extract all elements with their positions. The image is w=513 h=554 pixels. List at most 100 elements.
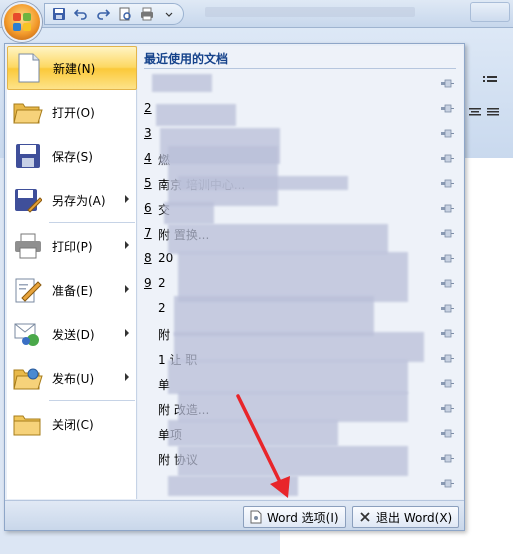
- menu-separator: [49, 222, 135, 223]
- save-icon[interactable]: [51, 6, 67, 22]
- redaction-blob: [178, 446, 408, 476]
- word-options-label: Word 选项(I): [267, 510, 339, 525]
- title-bar: [0, 0, 513, 28]
- redaction-blob: [178, 252, 408, 302]
- pin-icon[interactable]: [440, 479, 454, 488]
- recent-document-number: 8: [144, 251, 152, 265]
- pin-icon[interactable]: [440, 404, 454, 413]
- redaction-blob: [178, 176, 348, 190]
- word-options-button[interactable]: Word 选项(I): [243, 506, 346, 528]
- quick-access-toolbar: [44, 3, 184, 25]
- recent-document-name: 2: [158, 276, 166, 290]
- submenu-arrow-icon: [125, 195, 129, 203]
- recent-documents-title: 最近使用的文档: [144, 52, 229, 66]
- save-disk-icon: [13, 141, 43, 171]
- menu-item-new[interactable]: 新建(N): [7, 46, 137, 90]
- pin-icon[interactable]: [440, 354, 454, 363]
- pin-icon[interactable]: [440, 79, 454, 88]
- menu-item-save-as[interactable]: 另存为(A): [7, 178, 137, 222]
- pin-icon[interactable]: [440, 279, 454, 288]
- office-menu: 新建(N) 打开(O) 保存(S) 另存为(A) 打印(P) 准备(E) 发送(…: [4, 43, 465, 531]
- send-icon: [13, 319, 43, 349]
- window-title-redacted: [205, 7, 415, 17]
- menu-item-save[interactable]: 保存(S): [7, 134, 137, 178]
- recent-document-number: 4: [144, 151, 152, 165]
- open-folder-icon: [13, 97, 43, 127]
- submenu-arrow-icon: [125, 373, 129, 381]
- redaction-blob: [168, 476, 298, 496]
- submenu-arrow-icon: [125, 241, 129, 249]
- recent-document-name: 附: [158, 328, 171, 342]
- print-preview-icon[interactable]: [117, 6, 133, 22]
- prepare-pen-icon: [13, 275, 43, 305]
- menu-item-close[interactable]: 关闭(C): [7, 402, 137, 446]
- new-document-icon: [14, 53, 44, 83]
- title-underline: [144, 68, 456, 69]
- menu-item-open[interactable]: 打开(O): [7, 90, 137, 134]
- redaction-blob: [168, 224, 388, 254]
- save-as-icon: [13, 185, 43, 215]
- recent-documents-pane: 最近使用的文档 234燃5 南京 培训中心...6交7附 置换...820922…: [138, 46, 463, 499]
- menu-commands-pane: 新建(N) 打开(O) 保存(S) 另存为(A) 打印(P) 准备(E) 发送(…: [7, 46, 137, 499]
- menu-item-label: 发送(D): [52, 327, 95, 342]
- menu-item-publish[interactable]: 发布(U): [7, 356, 137, 400]
- pin-icon[interactable]: [440, 379, 454, 388]
- redaction-blob: [168, 420, 338, 446]
- recent-document-number: 6: [144, 201, 152, 215]
- publish-folder-icon: [13, 363, 43, 393]
- pin-icon[interactable]: [440, 154, 454, 163]
- menu-footer: Word 选项(I) 退出 Word(X): [5, 500, 464, 530]
- submenu-arrow-icon: [125, 285, 129, 293]
- menu-item-label: 另存为(A): [52, 193, 106, 208]
- pin-icon[interactable]: [440, 229, 454, 238]
- redo-icon[interactable]: [95, 6, 111, 22]
- exit-word-label: 退出 Word(X): [376, 510, 453, 525]
- menu-item-label: 打印(P): [52, 239, 93, 254]
- redaction-blob: [164, 202, 214, 224]
- menu-item-print[interactable]: 打印(P): [7, 224, 137, 268]
- redaction-blob: [168, 360, 408, 394]
- window-control-button[interactable]: [470, 2, 510, 22]
- list-icon: [483, 76, 497, 82]
- recent-document-number: 2: [144, 101, 152, 115]
- exit-word-button[interactable]: 退出 Word(X): [352, 506, 460, 528]
- pin-icon[interactable]: [440, 129, 454, 138]
- menu-item-label: 打开(O): [52, 105, 95, 120]
- pin-icon[interactable]: [440, 254, 454, 263]
- menu-item-label: 准备(E): [52, 283, 93, 298]
- pin-icon[interactable]: [440, 329, 454, 338]
- ribbon-paragraph-group: [465, 64, 513, 124]
- redaction-blob: [174, 296, 374, 336]
- menu-item-label: 新建(N): [53, 61, 96, 76]
- redaction-blob: [178, 392, 408, 422]
- menu-separator: [49, 400, 135, 401]
- pin-icon[interactable]: [440, 204, 454, 213]
- close-folder-icon: [13, 409, 43, 439]
- quick-print-icon[interactable]: [139, 6, 155, 22]
- menu-item-prepare[interactable]: 准备(E): [7, 268, 137, 312]
- recent-document-name: 2: [158, 301, 166, 315]
- office-button[interactable]: [2, 2, 42, 42]
- align-justify-icon: [487, 108, 499, 116]
- pin-icon[interactable]: [440, 429, 454, 438]
- pin-icon[interactable]: [440, 179, 454, 188]
- recent-document-number: 5: [144, 176, 152, 190]
- menu-item-label: 关闭(C): [52, 417, 94, 432]
- redaction-blob: [152, 74, 212, 92]
- undo-icon[interactable]: [73, 6, 89, 22]
- menu-item-label: 发布(U): [52, 371, 95, 386]
- printer-icon: [13, 231, 43, 261]
- office-logo-icon: [13, 13, 31, 31]
- recent-document-number: 7: [144, 226, 152, 240]
- pin-icon[interactable]: [440, 454, 454, 463]
- customize-toolbar-chevron-icon[interactable]: [161, 6, 177, 22]
- options-document-icon: [250, 510, 262, 524]
- redaction-blob: [174, 332, 424, 362]
- recent-document-number: 3: [144, 126, 152, 140]
- pin-icon[interactable]: [440, 104, 454, 113]
- pin-icon[interactable]: [440, 304, 454, 313]
- redaction-blob: [156, 104, 236, 126]
- recent-document-number: 9: [144, 276, 152, 290]
- submenu-arrow-icon: [125, 329, 129, 337]
- menu-item-send[interactable]: 发送(D): [7, 312, 137, 356]
